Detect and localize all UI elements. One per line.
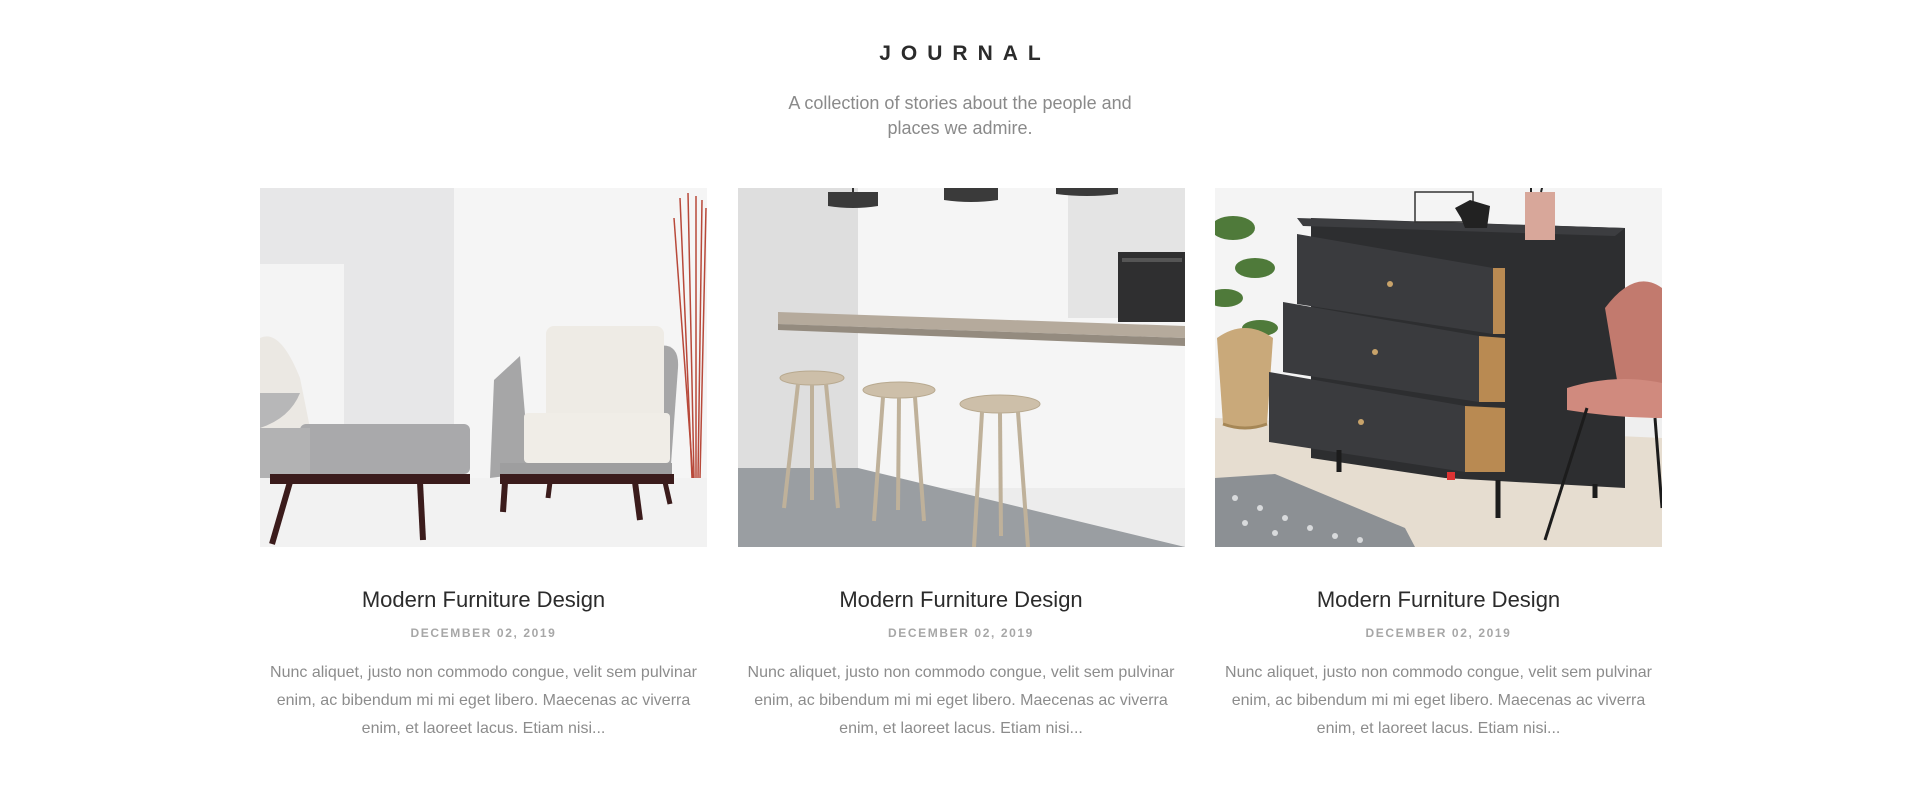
dresser-photo (1215, 188, 1662, 547)
bar-stools-photo (737, 188, 1185, 547)
post-card: Modern Furniture Design DECEMBER 02, 201… (260, 188, 707, 743)
post-date: DECEMBER 02, 2019 (888, 626, 1034, 640)
journal-section: JOURNAL A collection of stories about th… (0, 0, 1920, 787)
post-title[interactable]: Modern Furniture Design (1317, 585, 1560, 615)
post-title[interactable]: Modern Furniture Design (362, 585, 605, 615)
post-image-dresser[interactable] (1215, 188, 1662, 547)
post-card: Modern Furniture Design DECEMBER 02, 201… (1215, 188, 1662, 743)
post-date: DECEMBER 02, 2019 (410, 626, 557, 640)
section-subtitle: A collection of stories about the people… (788, 93, 1132, 138)
post-grid: Modern Furniture Design DECEMBER 02, 201… (260, 188, 1662, 743)
post-date: DECEMBER 02, 2019 (1365, 626, 1512, 640)
section-title: JOURNAL (879, 42, 1051, 65)
post-excerpt: Nunc aliquet, justo non commodo congue, … (1225, 664, 1652, 737)
post-image-bar-stools[interactable] (737, 188, 1185, 547)
post-excerpt: Nunc aliquet, justo non commodo congue, … (270, 664, 697, 737)
armchairs-photo (260, 188, 707, 547)
post-excerpt: Nunc aliquet, justo non commodo congue, … (747, 664, 1175, 737)
post-title[interactable]: Modern Furniture Design (839, 585, 1082, 615)
post-image-armchairs[interactable] (260, 188, 707, 547)
post-card: Modern Furniture Design DECEMBER 02, 201… (737, 188, 1185, 743)
